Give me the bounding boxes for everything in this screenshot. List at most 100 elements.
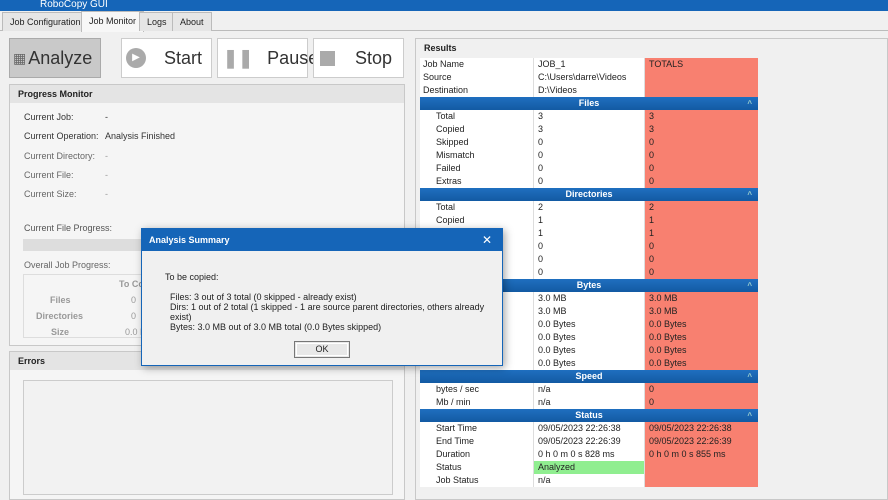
- result-row: Skipped 0 0: [420, 136, 758, 149]
- row-total: 0 h 0 m 0 s 855 ms: [645, 448, 758, 461]
- row-total: 2: [645, 201, 758, 214]
- result-row: Copied 1 1: [420, 214, 758, 227]
- analyze-label: Analyze: [28, 47, 93, 68]
- section-title: Speed: [575, 371, 603, 381]
- row-total: 0.0 Bytes: [645, 357, 758, 370]
- row-label: Job Status: [420, 474, 534, 487]
- row-label: Start Time: [420, 422, 534, 435]
- result-row: Source C:\Users\darre\Videos: [420, 71, 758, 84]
- row-value: n/a: [534, 474, 645, 487]
- title-bar: RoboCopy GUI: [0, 0, 888, 11]
- row-value: 0: [534, 162, 645, 175]
- collapse-icon[interactable]: ^: [747, 97, 752, 110]
- summary-dirs: Dirs: 1 out of 2 total (1 skipped - 1 ar…: [170, 302, 485, 322]
- result-row: Extras00: [420, 175, 758, 188]
- ok-button[interactable]: OK: [294, 341, 350, 358]
- row-total: 0: [645, 266, 758, 279]
- tab-job-configuration[interactable]: Job Configuration: [2, 12, 89, 31]
- row-value: 0: [534, 136, 645, 149]
- section-header-speed[interactable]: Speed ^: [420, 370, 758, 383]
- row-total: 0: [645, 253, 758, 266]
- section-title: Bytes: [576, 280, 602, 290]
- result-row: Status Analyzed: [420, 461, 758, 474]
- result-row: Duration 0 h 0 m 0 s 828 ms 0 h 0 m 0 s 85…: [420, 448, 758, 461]
- row-label: Skipped: [420, 136, 534, 149]
- row-value: 2: [534, 201, 645, 214]
- summary-bytes: Bytes: 3.0 MB out of 3.0 MB total (0.0 B…: [170, 322, 382, 332]
- row-label: Source: [420, 71, 534, 84]
- row-label: Total: [420, 110, 534, 123]
- row-total: 0: [645, 162, 758, 175]
- row-total: TOTALS: [645, 58, 758, 71]
- collapse-icon[interactable]: ^: [747, 370, 752, 383]
- result-row: Start Time 09/05/2023 22:26:38 09/05/2023 …: [420, 422, 758, 435]
- result-row: End Time 09/05/2023 22:26:39 09/05/2023 22…: [420, 435, 758, 448]
- row-value: 0: [534, 253, 645, 266]
- collapse-icon[interactable]: ^: [747, 188, 752, 201]
- overall-progress-label: Overall Job Progress:: [24, 260, 111, 270]
- row-total: 0: [645, 383, 758, 396]
- result-row: Failed00: [420, 162, 758, 175]
- row-total: 0.0 Bytes: [645, 344, 758, 357]
- current-file-value: -: [105, 170, 108, 180]
- row-total: 0: [645, 175, 758, 188]
- current-size-value: -: [105, 189, 108, 199]
- row-total: 3.0 MB: [645, 292, 758, 305]
- stop-button[interactable]: Stop: [313, 38, 404, 78]
- row-value: 3.0 MB: [534, 305, 645, 318]
- collapse-icon[interactable]: ^: [747, 279, 752, 292]
- row-value: 3: [534, 123, 645, 136]
- row-total: 09/05/2023 22:26:38: [645, 422, 758, 435]
- row-total: 3: [645, 110, 758, 123]
- result-row: Mismatch00: [420, 149, 758, 162]
- analysis-summary-dialog: Analysis Summary ✕ To be copied: Files: …: [141, 228, 503, 366]
- row-label: bytes / sec: [420, 383, 534, 396]
- row-value: 0: [131, 295, 137, 305]
- pause-button[interactable]: ❚❚ Pause: [217, 38, 318, 78]
- section-header-status[interactable]: Status ^: [420, 409, 758, 422]
- row-total: 09/05/2023 22:26:39: [645, 435, 758, 448]
- analyze-button[interactable]: ▦ Analyze: [9, 38, 101, 78]
- row-label: Mb / min: [420, 396, 534, 409]
- result-row: bytes / sec n/a 0: [420, 383, 758, 396]
- row-total: 0: [645, 240, 758, 253]
- row-label: Copied: [420, 123, 534, 136]
- field-label: Current File:: [24, 170, 74, 180]
- field-label: Current Operation:: [24, 131, 99, 141]
- result-row: Job Name JOB_1 TOTALS: [420, 58, 758, 71]
- section-title: Directories: [565, 189, 613, 199]
- row-value: 0: [131, 311, 137, 321]
- start-button[interactable]: ▶ Start: [121, 38, 212, 78]
- stop-label: Stop: [355, 47, 393, 68]
- current-operation-value: Analysis Finished: [105, 131, 176, 141]
- tab-about[interactable]: About: [172, 12, 212, 31]
- row-value: 0: [534, 266, 645, 279]
- row-label: Status: [420, 461, 534, 474]
- row-total: 0.0 Bytes: [645, 331, 758, 344]
- collapse-icon[interactable]: ^: [747, 409, 752, 422]
- row-total: 0: [645, 149, 758, 162]
- result-row: Total 2 2: [420, 201, 758, 214]
- row-value: D:\Videos: [534, 84, 645, 97]
- row-value: 0.0 Bytes: [534, 318, 645, 331]
- tab-job-monitor[interactable]: Job Monitor: [81, 11, 145, 32]
- row-value: 3.0 MB: [534, 292, 645, 305]
- row-value: Analyzed: [534, 461, 645, 474]
- tab-logs[interactable]: Logs: [139, 12, 175, 31]
- play-icon: ▶: [126, 48, 146, 68]
- row-total: 1: [645, 227, 758, 240]
- errors-list[interactable]: [23, 380, 393, 495]
- row-value: 09/05/2023 22:26:39: [534, 435, 645, 448]
- result-row: Destination D:\Videos: [420, 84, 758, 97]
- result-row: Mb / min n/a 0: [420, 396, 758, 409]
- row-value: 0.0 Bytes: [534, 331, 645, 344]
- summary-files: Files: 3 out of 3 total (0 skipped - alr…: [170, 292, 357, 302]
- row-label: Size: [51, 327, 70, 337]
- row-total: 3.0 MB: [645, 305, 758, 318]
- errors-panel: Errors: [9, 351, 405, 500]
- field-label: Current Job:: [24, 112, 74, 122]
- row-label: Extras: [420, 175, 534, 188]
- close-icon[interactable]: ✕: [482, 229, 492, 251]
- section-header-files[interactable]: Files ^: [420, 97, 758, 110]
- section-header-directories[interactable]: Directories ^: [420, 188, 758, 201]
